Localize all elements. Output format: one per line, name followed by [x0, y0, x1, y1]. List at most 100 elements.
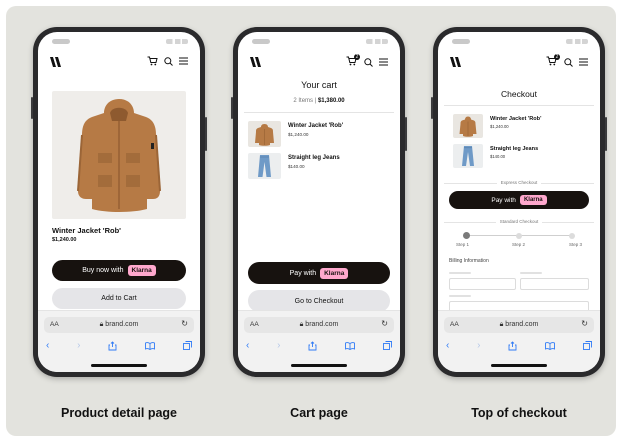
address-bar[interactable]: AA 🔒︎ brand.com ↻ [444, 317, 594, 333]
item-name: Winter Jacket 'Rob' [288, 123, 344, 129]
item-name: Winter Jacket 'Rob' [490, 116, 542, 122]
status-bar [52, 39, 188, 47]
buy-now-klarna-button[interactable]: Buy now with Klarna [52, 260, 186, 281]
menu-icon[interactable] [579, 58, 588, 66]
cart-icon[interactable] [147, 56, 158, 66]
step-3-dot [569, 232, 575, 239]
cart-icon[interactable]: 2 [546, 54, 560, 68]
power-button [405, 117, 407, 151]
forward-icon[interactable]: › [277, 340, 280, 351]
back-icon[interactable]: ‹ [246, 340, 249, 351]
pdp-navbar [50, 54, 188, 72]
lock-icon: 🔒︎ [499, 321, 504, 328]
back-icon[interactable]: ‹ [46, 340, 49, 351]
pay-with-klarna-button[interactable]: Pay with Klarna [248, 262, 390, 284]
buy-now-label: Buy now with [82, 267, 124, 274]
billing-heading: Billing Information [449, 258, 489, 264]
url-text: brand.com [505, 321, 539, 328]
power-button [205, 117, 207, 151]
bookmarks-icon[interactable] [345, 341, 356, 350]
go-to-checkout-label: Go to Checkout [294, 297, 344, 305]
power-button [605, 117, 607, 151]
brand-logo-icon[interactable] [450, 57, 462, 67]
step-2-label: Step 2 [512, 242, 526, 247]
standard-checkout-label: Standard Checkout [495, 219, 543, 224]
step-1-label: Step 1 [456, 242, 470, 247]
status-bar [252, 39, 388, 47]
divider [244, 112, 394, 113]
divider [444, 105, 594, 106]
caption-cart: Cart page [290, 406, 348, 420]
reload-icon[interactable]: ↻ [581, 319, 588, 328]
cart-count-badge: 2 [554, 54, 560, 60]
menu-icon[interactable] [179, 57, 188, 65]
checkout-screen: 2 Checkout Winter Jacket 'Rob' $1,240.00… [438, 32, 600, 372]
pay-with-klarna-button[interactable]: Pay with Klarna [449, 191, 589, 209]
reload-icon[interactable]: ↻ [181, 319, 188, 328]
address-bar[interactable]: AA 🔒︎ brand.com ↻ [244, 317, 394, 333]
share-icon[interactable] [108, 340, 117, 351]
browser-toolbar: AA 🔒︎ brand.com ↻ ‹ › [438, 310, 600, 372]
step-labels: Step 1 Step 2 Step 3 [456, 242, 582, 250]
tabs-icon[interactable] [583, 341, 592, 350]
forward-icon[interactable]: › [77, 340, 80, 351]
caption-product-detail: Product detail page [61, 406, 177, 420]
volume-button [431, 97, 433, 119]
tabs-icon[interactable] [383, 341, 392, 350]
klarna-badge: Klarna [320, 267, 349, 279]
search-icon[interactable] [364, 57, 373, 67]
field-label-placeholder [520, 272, 542, 274]
address-bar[interactable]: AA 🔒︎ brand.com ↻ [44, 317, 194, 333]
product-image[interactable] [52, 91, 186, 219]
step-2-dot [516, 232, 522, 239]
jeans-thumbnail [248, 153, 281, 179]
product-name: Winter Jacket 'Rob' [52, 226, 121, 235]
phone-cart: 2 Your cart 2 Items | $1,380.00 Winter J… [231, 27, 407, 377]
pay-with-label: Pay with [491, 196, 516, 204]
share-icon[interactable] [308, 340, 317, 351]
bookmarks-icon[interactable] [545, 341, 556, 350]
step-1-dot [463, 232, 470, 239]
search-icon[interactable] [564, 57, 573, 67]
cart-summary: 2 Items | $1,380.00 [238, 98, 400, 104]
first-name-field[interactable] [449, 278, 516, 290]
checkout-navbar: 2 [450, 54, 588, 72]
jacket-thumbnail [248, 121, 281, 147]
last-name-field[interactable] [520, 278, 589, 290]
home-indicator[interactable] [291, 364, 347, 367]
item-name: Straight leg Jeans [490, 146, 539, 152]
go-to-checkout-button[interactable]: Go to Checkout [248, 290, 390, 312]
forward-icon[interactable]: › [477, 340, 480, 351]
cart-items-count: 2 Items | [293, 98, 317, 104]
brand-logo-icon[interactable] [50, 57, 62, 67]
bookmarks-icon[interactable] [145, 341, 156, 350]
phone-product-detail: Winter Jacket 'Rob' $1,240.00 Buy now wi… [31, 27, 207, 377]
tabs-icon[interactable] [183, 341, 192, 350]
item-price: $140.00 [288, 164, 305, 169]
klarna-badge: Klarna [127, 265, 156, 276]
lock-icon: 🔒︎ [299, 321, 304, 328]
step-3-label: Step 3 [568, 242, 582, 247]
url-text: brand.com [105, 321, 139, 328]
product-price: $1,240.00 [52, 237, 77, 243]
brand-logo-icon[interactable] [250, 57, 262, 67]
jeans-thumbnail [453, 144, 483, 168]
reload-icon[interactable]: ↻ [381, 319, 388, 328]
search-icon[interactable] [164, 56, 173, 66]
pay-with-label: Pay with [289, 269, 317, 277]
field-label-placeholder [449, 272, 471, 274]
item-price: $1,240.00 [490, 124, 509, 129]
menu-icon[interactable] [379, 58, 388, 66]
home-indicator[interactable] [91, 364, 147, 367]
add-to-cart-label: Add to Cart [101, 295, 137, 302]
klarna-badge: Klarna [519, 195, 547, 205]
cart-icon[interactable]: 2 [346, 54, 360, 68]
share-icon[interactable] [508, 340, 517, 351]
item-name: Straight leg Jeans [288, 155, 340, 161]
home-indicator[interactable] [491, 364, 547, 367]
cart-navbar: 2 [250, 54, 388, 72]
add-to-cart-button[interactable]: Add to Cart [52, 288, 186, 309]
back-icon[interactable]: ‹ [446, 340, 449, 351]
field-label-placeholder [449, 295, 471, 297]
caption-checkout: Top of checkout [471, 406, 567, 420]
